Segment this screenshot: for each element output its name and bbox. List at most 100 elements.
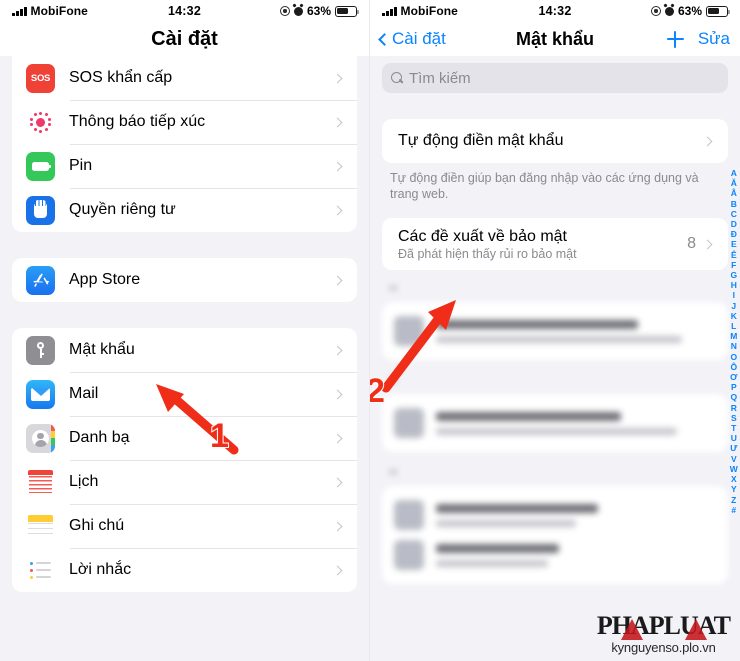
calendar-icon: [26, 467, 55, 497]
chevron-left-icon: [378, 32, 391, 46]
sidebar-item-privacy[interactable]: Quyền riêng tư: [12, 188, 357, 232]
plus-icon[interactable]: [666, 30, 684, 48]
sidebar-item-mail[interactable]: Mail: [12, 372, 357, 416]
settings-group-apps: Mật khẩu Mail Danh bạ Lịch Ghi chú Lời n…: [12, 328, 357, 592]
list-item[interactable]: [382, 302, 728, 360]
index-letter[interactable]: Ô: [730, 362, 737, 372]
chevron-right-icon: [332, 161, 343, 171]
index-letter[interactable]: Ă: [731, 178, 737, 188]
location-services-icon: [650, 6, 661, 16]
sidebar-item-label: Pin: [69, 157, 93, 174]
passwords-content: Tìm kiếm Tự động điền mật khẩu Tự động đ…: [370, 56, 740, 661]
index-letter[interactable]: Â: [731, 188, 737, 198]
sidebar-item-reminders[interactable]: Lời nhắc: [12, 548, 357, 592]
index-letter[interactable]: D: [731, 219, 737, 229]
list-section-header: [388, 468, 728, 482]
sidebar-item-label: Quyền riêng tư: [69, 201, 176, 218]
watermark-title-wrap: PHAPLUAT: [596, 611, 731, 640]
index-letter[interactable]: E: [731, 239, 737, 249]
list-item[interactable]: [382, 486, 728, 584]
watermark-url: kynguyenso.plo.vn: [611, 640, 716, 655]
chevron-right-icon: [702, 136, 713, 146]
index-letter[interactable]: R: [731, 403, 737, 413]
index-letter[interactable]: O: [730, 352, 737, 362]
settings-group-system: SOS SOS khẩn cấp Thông báo tiếp xúc Pin …: [12, 56, 357, 232]
index-letter[interactable]: X: [731, 474, 737, 484]
index-letter[interactable]: F: [731, 260, 736, 270]
index-letter[interactable]: #: [731, 505, 736, 515]
search-icon: [391, 72, 403, 84]
index-letter[interactable]: I: [733, 290, 736, 300]
sidebar-item-label: Mật khẩu: [69, 341, 135, 358]
security-recommendations-row[interactable]: Các đề xuất về bảo mật Đã phát hiện thấy…: [382, 218, 728, 270]
sidebar-item-sos[interactable]: SOS SOS khẩn cấp: [12, 56, 357, 100]
index-letter[interactable]: L: [731, 321, 736, 331]
avatar: [394, 408, 424, 438]
index-letter[interactable]: W: [730, 464, 738, 474]
reminders-icon: [26, 555, 55, 585]
index-letter[interactable]: A: [731, 168, 737, 178]
sos-icon: SOS: [26, 63, 55, 93]
index-letter[interactable]: K: [731, 311, 737, 321]
list-item[interactable]: [382, 394, 728, 452]
index-letter[interactable]: Z: [731, 495, 736, 505]
index-letter[interactable]: Q: [730, 392, 737, 402]
status-bar-right: MobiFone 14:32 63%: [370, 0, 740, 22]
index-letter[interactable]: G: [730, 270, 737, 280]
chevron-right-icon: [332, 433, 343, 443]
sidebar-item-exposure-notifications[interactable]: Thông báo tiếp xúc: [12, 100, 357, 144]
status-bar-indicators: 63%: [279, 4, 360, 18]
index-letter[interactable]: J: [731, 301, 736, 311]
index-letter[interactable]: P: [731, 382, 737, 392]
sidebar-item-battery[interactable]: Pin: [12, 144, 357, 188]
contacts-icon: [26, 423, 55, 453]
autofill-passwords-row[interactable]: Tự động điền mật khẩu: [382, 119, 728, 163]
index-letter[interactable]: U: [731, 433, 737, 443]
search-input[interactable]: Tìm kiếm: [382, 63, 728, 93]
index-letter[interactable]: Ê: [731, 250, 737, 260]
battery-percent-label: 63%: [306, 4, 331, 18]
battery-icon: [706, 5, 731, 17]
chevron-right-icon: [332, 565, 343, 575]
passwords-key-icon: [26, 335, 55, 365]
sidebar-item-notes[interactable]: Ghi chú: [12, 504, 357, 548]
index-letter[interactable]: Đ: [731, 229, 737, 239]
index-letter[interactable]: H: [731, 280, 737, 290]
sidebar-item-app-store[interactable]: App Store: [12, 258, 357, 302]
index-letter[interactable]: C: [731, 209, 737, 219]
sidebar-item-passwords[interactable]: Mật khẩu: [12, 328, 357, 372]
avatar: [394, 540, 424, 570]
autofill-title: Tự động điền mật khẩu: [398, 132, 564, 149]
carrier-label: MobiFone: [400, 4, 458, 18]
security-title: Các đề xuất về bảo mật: [398, 227, 567, 245]
index-letter[interactable]: M: [730, 331, 737, 341]
index-letter[interactable]: Ơ: [730, 372, 737, 382]
index-letter[interactable]: Y: [731, 484, 737, 494]
chevron-right-icon: [332, 275, 343, 285]
sidebar-item-calendar[interactable]: Lịch: [12, 460, 357, 504]
sidebar-item-label: Danh bạ: [69, 429, 130, 446]
battery-settings-icon: [26, 151, 55, 181]
saved-passwords-list: [382, 284, 728, 584]
sidebar-item-contacts[interactable]: Danh bạ: [12, 416, 357, 460]
index-letter[interactable]: N: [731, 341, 737, 351]
back-button[interactable]: Cài đặt: [378, 29, 446, 49]
watermark-title: PHAPLUAT: [596, 611, 731, 640]
index-letter[interactable]: B: [731, 199, 737, 209]
index-letter[interactable]: T: [731, 423, 736, 433]
index-letter[interactable]: Ư: [730, 443, 737, 453]
index-letter[interactable]: V: [731, 454, 737, 464]
edit-button[interactable]: Sửa: [698, 29, 730, 49]
mail-icon: [26, 379, 55, 409]
carrier-label: MobiFone: [30, 4, 88, 18]
chevron-right-icon: [332, 73, 343, 83]
index-letter[interactable]: S: [731, 413, 737, 423]
chevron-right-icon: [332, 117, 343, 127]
settings-screen: MobiFone 14:32 63% Cài đặt SOS SOS khẩn …: [0, 0, 370, 661]
alphabet-index[interactable]: A Ă Â B C D Đ E Ê F G H I J K L M N O Ô Ơ P Q R S T U Ư V W X Y Z #: [730, 168, 738, 515]
sidebar-item-label: Lịch: [69, 473, 99, 490]
status-bar-left: MobiFone 14:32 63%: [0, 0, 369, 22]
privacy-hand-icon: [26, 195, 55, 225]
